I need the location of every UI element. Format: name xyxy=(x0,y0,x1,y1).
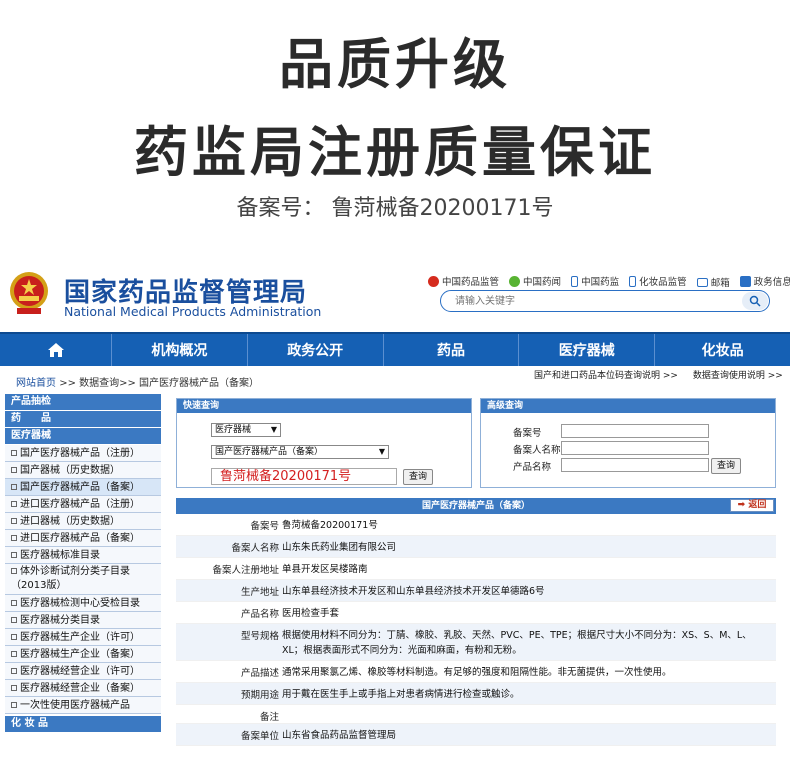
detail-title: 国产医疗器械产品（备案） xyxy=(421,501,530,511)
detail-table: 国产医疗器械产品（备案） ➡ 返回 备案号 鲁菏械备20200171号 备案人名称… xyxy=(176,498,776,776)
sidebar-item[interactable]: 国产医疗器械产品（注册） xyxy=(5,445,161,462)
quick-search-panel: 快速查询 医疗器械 ▼ 国产医疗器械产品（备案） ▼ 鲁菏械备20200171号 查… xyxy=(176,398,472,488)
sidebar-item[interactable]: 医疗器械生产企业（备案） xyxy=(5,646,161,663)
table-row: 备案人注册地址 单县开发区吴楼路南 xyxy=(176,558,776,580)
record-no-input[interactable] xyxy=(561,424,709,438)
label-applicant: 备案人名称 xyxy=(513,445,561,456)
breadcrumb-bar: 网站首页 >> 数据查询>> 国产医疗器械产品（备案） 国产和进口药品本位码查询… xyxy=(0,368,790,390)
advanced-search-button[interactable]: 查询 xyxy=(711,458,741,474)
complaint-icon xyxy=(739,275,751,287)
quick-search-input[interactable]: 鲁菏械备20200171号 xyxy=(211,468,397,485)
top-link-weibo[interactable]: 中国药品监管 xyxy=(428,274,499,288)
top-link-mail[interactable]: 邮箱 xyxy=(696,275,730,289)
sidebar-item[interactable]: 医疗器械经营企业（许可） xyxy=(5,663,161,680)
sidebar-item-active[interactable]: 国产医疗器械产品（备案） xyxy=(5,479,161,496)
left-sidebar: 产品抽检 药 品 医疗器械 国产医疗器械产品（注册） 国产器械（历史数据） 国产… xyxy=(5,394,161,734)
sidebar-item[interactable]: 国产器械（历史数据） xyxy=(5,462,161,479)
applicant-input[interactable] xyxy=(561,441,709,455)
detail-table-header: 国产医疗器械产品（备案） ➡ 返回 xyxy=(176,498,776,514)
promo-registration-number: 备案号： 鲁菏械备20200171号 xyxy=(236,196,554,221)
help-links: 国产和进口药品本位码查询说明 >> 数据查询使用说明 >> xyxy=(534,368,790,381)
phone-icon xyxy=(629,275,637,287)
quick-search-button[interactable]: 查询 xyxy=(403,469,433,485)
sidebar-head-cosmetics[interactable]: 化 妆 品 xyxy=(5,716,161,732)
back-button[interactable]: ➡ 返回 xyxy=(730,499,774,512)
label-record-no: 备案号 xyxy=(513,428,542,439)
national-emblem-icon xyxy=(10,272,48,314)
table-row: 备案号 鲁菏械备20200171号 xyxy=(176,514,776,536)
nav-home[interactable] xyxy=(0,334,112,366)
category-select[interactable]: 医疗器械 ▼ xyxy=(211,423,281,437)
sidebar-item[interactable]: 进口器械（历史数据） xyxy=(5,513,161,530)
promo-title-quality: 品质升级 xyxy=(279,33,511,96)
sidebar-item[interactable]: 医疗器械分类目录 xyxy=(5,612,161,629)
breadcrumb-trail: >> 数据查询>> 国产医疗器械产品（备案） xyxy=(59,378,260,389)
phone-icon xyxy=(571,275,579,287)
advanced-search-title: 高级查询 xyxy=(481,399,775,413)
top-link-cosmetics[interactable]: 化妆品监管 xyxy=(629,274,687,288)
arrow-right-icon: ➡ xyxy=(737,500,746,510)
sidebar-item[interactable]: 医疗器械经营企业（备案） xyxy=(5,680,161,697)
sidebar-head-drugs[interactable]: 药 品 xyxy=(5,411,161,427)
sidebar-item[interactable]: 体外诊断试剂分类子目录（2013版） xyxy=(5,564,161,595)
table-row: 产品名称 医用检查手套 xyxy=(176,602,776,624)
table-row: 备案人名称 山东朱氏药业集团有限公司 xyxy=(176,536,776,558)
database-select[interactable]: 国产医疗器械产品（备案） ▼ xyxy=(211,445,389,459)
sidebar-item[interactable]: 医疗器械生产企业（许可） xyxy=(5,629,161,646)
dropdown-arrow-icon: ▼ xyxy=(378,447,385,456)
site-search xyxy=(440,290,770,312)
weibo-icon xyxy=(428,275,439,287)
org-name-en: National Medical Products Administration xyxy=(64,304,322,319)
top-link-app[interactable]: 中国药监 xyxy=(571,274,619,288)
sidebar-item[interactable]: 医疗器械标准目录 xyxy=(5,547,161,564)
main-nav: 机构概况 政务公开 药品 医疗器械 化妆品 xyxy=(0,332,790,366)
table-row: 备案单位 山东省食品药品监督管理局 xyxy=(176,724,776,746)
sidebar-item[interactable]: 进口医疗器械产品（注册） xyxy=(5,496,161,513)
table-row: 产品描述 通常采用聚氯乙烯、橡胶等材料制造。有足够的强度和阻隔性能。非无菌提供，一… xyxy=(176,661,776,683)
nav-cosmetics[interactable]: 化妆品 xyxy=(655,334,790,366)
sidebar-item[interactable]: 医疗器械检测中心受检目录 xyxy=(5,595,161,612)
table-row: 型号规格 根据使用材料不同分为：丁腈、橡胶、乳胶、天然、PVC、PE、TPE；根据… xyxy=(176,624,776,661)
mail-icon xyxy=(696,277,708,287)
nmpa-website: 国家药品监督管理局 National Medical Products Admi… xyxy=(0,262,790,776)
table-row: 备注 xyxy=(176,705,776,724)
breadcrumb: 网站首页 >> 数据查询>> 国产医疗器械产品（备案） xyxy=(16,374,259,389)
nav-about[interactable]: 机构概况 xyxy=(112,334,248,366)
nav-drugs[interactable]: 药品 xyxy=(384,334,520,366)
table-row: 生产地址 山东单县经济技术开发区和山东单县经济技术开发区单德路6号 xyxy=(176,580,776,602)
sidebar-head-devices[interactable]: 医疗器械 xyxy=(5,428,161,444)
quick-search-title: 快速查询 xyxy=(177,399,471,413)
advanced-search-panel: 高级查询 备案号 备案人名称 产品名称 查询 xyxy=(480,398,776,488)
promo-title-guarantee: 药监局注册质量保证 xyxy=(134,121,656,184)
label-product-name: 产品名称 xyxy=(513,462,552,473)
top-link-complaint[interactable]: 政务信息投诉 xyxy=(739,274,790,288)
promo-banner: 品质升级 药监局注册质量保证 备案号： 鲁菏械备20200171号 xyxy=(0,0,790,250)
sidebar-item[interactable]: 进口医疗器械产品（备案） xyxy=(5,530,161,547)
sidebar-head-sampling[interactable]: 产品抽检 xyxy=(5,394,161,410)
table-row: 预期用途 用于戴在医生手上或手指上对患者病情进行检查或触诊。 xyxy=(176,683,776,705)
top-links: 中国药品监管 中国药闻 中国药监 化妆品监管 邮箱 政务信息投诉 xyxy=(428,274,790,290)
top-link-wechat[interactable]: 中国药闻 xyxy=(509,274,561,288)
home-icon xyxy=(47,343,64,357)
breadcrumb-home[interactable]: 网站首页 xyxy=(16,378,56,389)
nav-public-affairs[interactable]: 政务公开 xyxy=(248,334,384,366)
search-button[interactable] xyxy=(742,292,768,310)
link-query-help[interactable]: 数据查询使用说明 >> xyxy=(693,371,783,381)
product-name-input[interactable] xyxy=(561,458,709,472)
search-input[interactable] xyxy=(455,294,735,309)
wechat-icon xyxy=(509,275,521,287)
sidebar-item[interactable]: 一次性使用医疗器械产品 xyxy=(5,697,161,714)
link-drug-code-help[interactable]: 国产和进口药品本位码查询说明 >> xyxy=(534,371,678,381)
dropdown-arrow-icon: ▼ xyxy=(270,425,277,434)
search-icon xyxy=(749,295,761,307)
nav-devices[interactable]: 医疗器械 xyxy=(519,334,656,366)
